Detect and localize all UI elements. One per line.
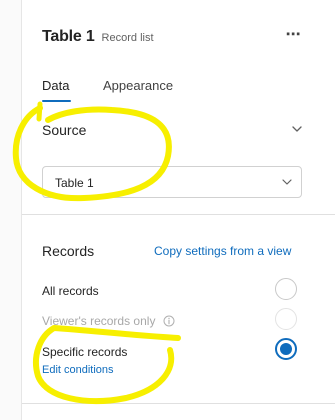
copy-settings-link[interactable]: Copy settings from a view — [154, 244, 291, 258]
edit-conditions-link[interactable]: Edit conditions — [42, 364, 114, 376]
tab-appearance[interactable]: Appearance — [103, 78, 173, 93]
tab-data[interactable]: Data — [42, 78, 69, 93]
viewers-records-radio[interactable] — [275, 308, 297, 330]
radio-selected-dot — [280, 343, 292, 355]
more-options-button[interactable]: ⋯ — [284, 26, 302, 46]
panel-title: Table 1 — [42, 28, 95, 45]
active-tab-indicator — [42, 100, 71, 102]
records-heading: Records — [42, 243, 95, 259]
info-icon[interactable] — [163, 315, 175, 327]
all-records-label: All records — [42, 284, 99, 298]
section-divider — [22, 214, 335, 215]
collapse-chevron-icon[interactable] — [290, 122, 304, 136]
panel-header: Table 1 Record list — [42, 28, 154, 46]
viewers-records-label: Viewer's records only — [42, 314, 175, 328]
left-gutter — [0, 0, 22, 420]
source-dropdown[interactable]: Table 1 — [42, 166, 302, 198]
more-icon: ⋯ — [285, 26, 301, 43]
specific-records-label: Specific records — [42, 345, 128, 359]
bottom-divider — [22, 403, 335, 404]
viewers-records-text: Viewer's records only — [42, 314, 156, 328]
panel-subtitle: Record list — [101, 32, 154, 44]
source-section-heading: Source — [42, 122, 87, 138]
chevron-down-icon — [282, 179, 292, 185]
properties-panel: Table 1 Record list ⋯ Data Appearance So… — [22, 0, 335, 420]
all-records-radio[interactable] — [275, 278, 297, 300]
source-dropdown-value: Table 1 — [55, 176, 94, 190]
specific-records-radio[interactable] — [275, 338, 297, 360]
